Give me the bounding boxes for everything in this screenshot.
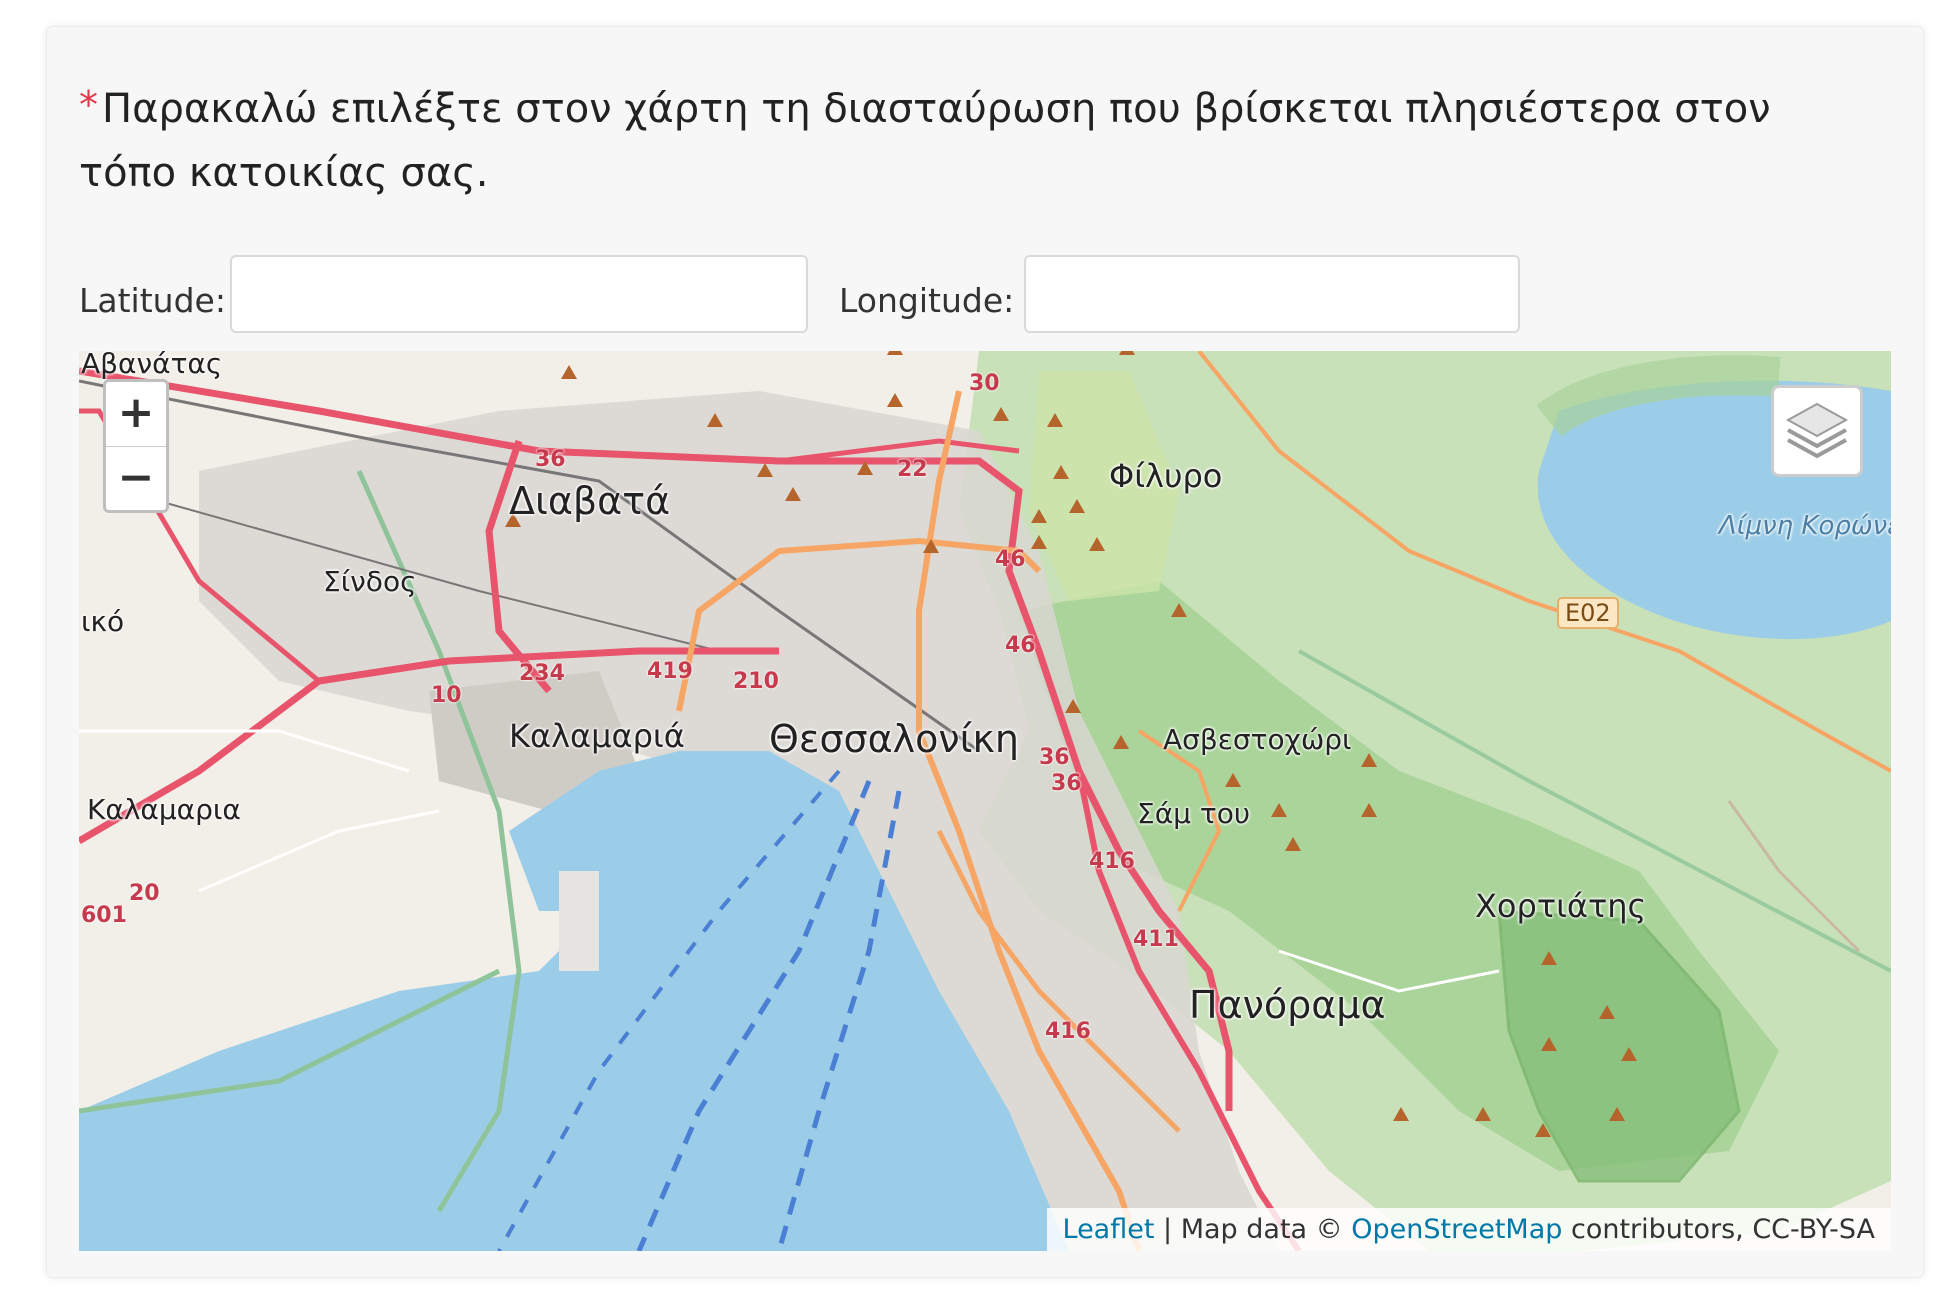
road-number: 416 (1045, 1019, 1091, 1044)
attribution-license: contributors, CC-BY-SA (1562, 1214, 1875, 1245)
road-number: 416 (1089, 849, 1135, 874)
place-label: Λίμνη Κορώνεια (1719, 511, 1891, 541)
longitude-input[interactable] (1024, 255, 1520, 333)
leaflet-link[interactable]: Leaflet (1063, 1214, 1155, 1245)
road-number: 10 (431, 683, 462, 708)
zoom-control: + − (103, 379, 169, 513)
map-tiles[interactable] (79, 351, 1891, 1251)
place-label: Θεσσαλονίκη (769, 717, 1019, 761)
road-number: 210 (733, 669, 779, 694)
road-number: 36 (1051, 771, 1082, 796)
place-label: Φίλυρο (1109, 457, 1223, 495)
road-number: 20 (129, 881, 160, 906)
road-number: 234 (519, 661, 565, 686)
longitude-label: Longitude: (839, 281, 1015, 320)
layers-icon (1785, 402, 1849, 459)
place-label: ικό (81, 605, 125, 638)
place-label: Διαβατά (509, 479, 671, 523)
map-container[interactable]: Αβανάτας Διαβατά Σίνδος ικό Καλαμαριά Κα… (79, 351, 1891, 1251)
road-number: 46 (1005, 633, 1036, 658)
place-label: Πανόραμα (1189, 983, 1386, 1027)
layers-button[interactable] (1771, 385, 1863, 477)
attribution-text: | Map data © (1154, 1214, 1352, 1245)
road-number: 36 (1039, 745, 1070, 770)
zoom-in-button[interactable]: + (106, 382, 166, 447)
place-label: Αβανάτας (81, 351, 223, 380)
road-number: 22 (897, 457, 928, 482)
latitude-label: Latitude: (79, 281, 226, 320)
e-road-shield: E02 (1557, 597, 1619, 629)
place-label: Χορτιάτης (1475, 887, 1647, 925)
question-text: * Παρακαλώ επιλέξτε στον χάρτη τη διασταύ… (79, 77, 1779, 205)
latitude-input[interactable] (230, 255, 808, 333)
road-number: 30 (969, 371, 1000, 396)
place-label: Σίνδος (323, 565, 417, 598)
road-number: 601 (81, 903, 127, 928)
place-label: Καλαμαρια (87, 793, 241, 826)
openstreetmap-link[interactable]: OpenStreetMap (1351, 1214, 1562, 1245)
required-marker: * (79, 83, 98, 127)
road-number: 36 (535, 447, 566, 472)
road-number: 46 (995, 547, 1026, 572)
road-number: 411 (1133, 927, 1179, 952)
road-number: 419 (647, 659, 693, 684)
question-label: Παρακαλώ επιλέξτε στον χάρτη τη διασταύρ… (79, 86, 1771, 196)
place-label: Ασβεστοχώρι (1163, 723, 1352, 756)
map-attribution: Leaflet | Map data © OpenStreetMap contr… (1046, 1208, 1891, 1251)
place-label: Σάμ του (1137, 797, 1251, 830)
place-label: Καλαμαριά (509, 717, 685, 755)
question-card: * Παρακαλώ επιλέξτε στον χάρτη τη διασταύ… (46, 26, 1924, 1278)
zoom-out-button[interactable]: − (106, 447, 166, 511)
